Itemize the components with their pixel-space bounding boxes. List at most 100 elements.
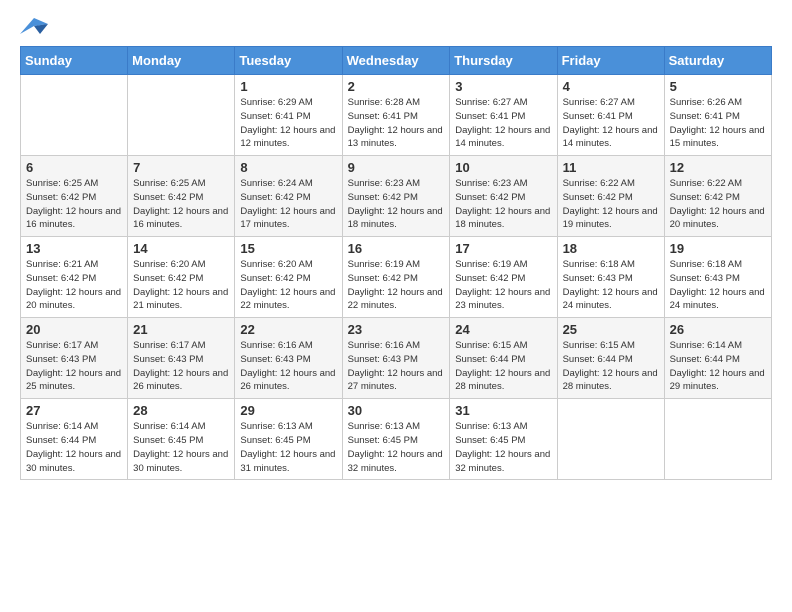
calendar-cell: 31 Sunrise: 6:13 AM Sunset: 6:45 PM Dayli… [450, 399, 557, 480]
calendar-cell: 13 Sunrise: 6:21 AM Sunset: 6:42 PM Dayli… [21, 237, 128, 318]
calendar-cell: 15 Sunrise: 6:20 AM Sunset: 6:42 PM Dayli… [235, 237, 342, 318]
day-number: 18 [563, 241, 659, 256]
calendar-cell: 9 Sunrise: 6:23 AM Sunset: 6:42 PM Daylig… [342, 156, 450, 237]
calendar-cell: 19Sunrise: 6:18 AM Sunset: 6:43 PM Dayli… [664, 237, 771, 318]
day-info: Sunrise: 6:22 AM Sunset: 6:42 PM Dayligh… [563, 177, 659, 232]
day-number: 15 [240, 241, 336, 256]
calendar-cell: 22 Sunrise: 6:16 AM Sunset: 6:43 PM Dayli… [235, 318, 342, 399]
day-info: Sunrise: 6:27 AM Sunset: 6:41 PM Dayligh… [563, 96, 659, 151]
day-number: 22 [240, 322, 336, 337]
day-info: Sunrise: 6:22 AM Sunset: 6:42 PM Dayligh… [670, 177, 766, 232]
day-number: 3 [455, 79, 551, 94]
calendar-cell [128, 75, 235, 156]
header-tuesday: Tuesday [235, 47, 342, 75]
calendar-cell [664, 399, 771, 480]
calendar-cell: 14 Sunrise: 6:20 AM Sunset: 6:42 PM Dayli… [128, 237, 235, 318]
day-number: 13 [26, 241, 122, 256]
day-number: 25 [563, 322, 659, 337]
day-number: 6 [26, 160, 122, 175]
day-info: Sunrise: 6:25 AM Sunset: 6:42 PM Dayligh… [26, 177, 122, 232]
calendar-cell: 25 Sunrise: 6:15 AM Sunset: 6:44 PM Dayli… [557, 318, 664, 399]
calendar-cell: 5 Sunrise: 6:26 AM Sunset: 6:41 PM Daylig… [664, 75, 771, 156]
day-info: Sunrise: 6:17 AM Sunset: 6:43 PM Dayligh… [133, 339, 229, 394]
calendar-cell: 24Sunrise: 6:15 AM Sunset: 6:44 PM Dayli… [450, 318, 557, 399]
day-info: Sunrise: 6:14 AM Sunset: 6:45 PM Dayligh… [133, 420, 229, 475]
calendar-cell [557, 399, 664, 480]
calendar-cell: 30Sunrise: 6:13 AM Sunset: 6:45 PM Dayli… [342, 399, 450, 480]
day-info: Sunrise: 6:21 AM Sunset: 6:42 PM Dayligh… [26, 258, 122, 313]
day-number: 28 [133, 403, 229, 418]
day-info: Sunrise: 6:13 AM Sunset: 6:45 PM Dayligh… [455, 420, 551, 475]
day-number: 16 [348, 241, 445, 256]
calendar-cell: 28 Sunrise: 6:14 AM Sunset: 6:45 PM Dayli… [128, 399, 235, 480]
calendar-cell: 7 Sunrise: 6:25 AM Sunset: 6:42 PM Daylig… [128, 156, 235, 237]
day-number: 9 [348, 160, 445, 175]
logo-bird-icon [20, 16, 48, 38]
calendar-cell: 2Sunrise: 6:28 AM Sunset: 6:41 PM Daylig… [342, 75, 450, 156]
header-sunday: Sunday [21, 47, 128, 75]
day-number: 8 [240, 160, 336, 175]
day-number: 21 [133, 322, 229, 337]
day-number: 31 [455, 403, 551, 418]
week-row-3: 20 Sunrise: 6:17 AM Sunset: 6:43 PM Dayli… [21, 318, 772, 399]
calendar-cell: 27Sunrise: 6:14 AM Sunset: 6:44 PM Dayli… [21, 399, 128, 480]
day-number: 29 [240, 403, 336, 418]
calendar-cell: 29 Sunrise: 6:13 AM Sunset: 6:45 PM Dayli… [235, 399, 342, 480]
day-info: Sunrise: 6:13 AM Sunset: 6:45 PM Dayligh… [240, 420, 336, 475]
calendar-table: SundayMondayTuesdayWednesdayThursdayFrid… [20, 46, 772, 480]
calendar-cell: 11 Sunrise: 6:22 AM Sunset: 6:42 PM Dayli… [557, 156, 664, 237]
day-number: 12 [670, 160, 766, 175]
day-number: 27 [26, 403, 122, 418]
day-info: Sunrise: 6:20 AM Sunset: 6:42 PM Dayligh… [240, 258, 336, 313]
day-info: Sunrise: 6:28 AM Sunset: 6:41 PM Dayligh… [348, 96, 445, 151]
calendar-header: SundayMondayTuesdayWednesdayThursdayFrid… [21, 47, 772, 75]
day-number: 10 [455, 160, 551, 175]
calendar-cell: 26Sunrise: 6:14 AM Sunset: 6:44 PM Dayli… [664, 318, 771, 399]
day-info: Sunrise: 6:19 AM Sunset: 6:42 PM Dayligh… [455, 258, 551, 313]
day-info: Sunrise: 6:15 AM Sunset: 6:44 PM Dayligh… [455, 339, 551, 394]
header [20, 16, 772, 38]
header-friday: Friday [557, 47, 664, 75]
calendar-body: 1Sunrise: 6:29 AM Sunset: 6:41 PM Daylig… [21, 75, 772, 480]
calendar-cell: 18 Sunrise: 6:18 AM Sunset: 6:43 PM Dayli… [557, 237, 664, 318]
day-info: Sunrise: 6:14 AM Sunset: 6:44 PM Dayligh… [670, 339, 766, 394]
calendar-cell: 23Sunrise: 6:16 AM Sunset: 6:43 PM Dayli… [342, 318, 450, 399]
calendar-cell: 12 Sunrise: 6:22 AM Sunset: 6:42 PM Dayli… [664, 156, 771, 237]
day-info: Sunrise: 6:15 AM Sunset: 6:44 PM Dayligh… [563, 339, 659, 394]
day-number: 4 [563, 79, 659, 94]
day-number: 5 [670, 79, 766, 94]
day-info: Sunrise: 6:25 AM Sunset: 6:42 PM Dayligh… [133, 177, 229, 232]
day-info: Sunrise: 6:13 AM Sunset: 6:45 PM Dayligh… [348, 420, 445, 475]
calendar-cell [21, 75, 128, 156]
calendar-cell: 20Sunrise: 6:17 AM Sunset: 6:43 PM Dayli… [21, 318, 128, 399]
day-info: Sunrise: 6:23 AM Sunset: 6:42 PM Dayligh… [455, 177, 551, 232]
calendar-cell: 17Sunrise: 6:19 AM Sunset: 6:42 PM Dayli… [450, 237, 557, 318]
week-row-0: 1Sunrise: 6:29 AM Sunset: 6:41 PM Daylig… [21, 75, 772, 156]
header-monday: Monday [128, 47, 235, 75]
day-number: 14 [133, 241, 229, 256]
week-row-2: 13 Sunrise: 6:21 AM Sunset: 6:42 PM Dayli… [21, 237, 772, 318]
calendar-cell: 21 Sunrise: 6:17 AM Sunset: 6:43 PM Dayli… [128, 318, 235, 399]
header-saturday: Saturday [664, 47, 771, 75]
day-info: Sunrise: 6:26 AM Sunset: 6:41 PM Dayligh… [670, 96, 766, 151]
week-row-4: 27Sunrise: 6:14 AM Sunset: 6:44 PM Dayli… [21, 399, 772, 480]
day-info: Sunrise: 6:23 AM Sunset: 6:42 PM Dayligh… [348, 177, 445, 232]
day-number: 20 [26, 322, 122, 337]
calendar-cell: 6 Sunrise: 6:25 AM Sunset: 6:42 PM Daylig… [21, 156, 128, 237]
day-info: Sunrise: 6:20 AM Sunset: 6:42 PM Dayligh… [133, 258, 229, 313]
calendar-cell: 10 Sunrise: 6:23 AM Sunset: 6:42 PM Dayli… [450, 156, 557, 237]
day-number: 1 [240, 79, 336, 94]
calendar-cell: 16 Sunrise: 6:19 AM Sunset: 6:42 PM Dayli… [342, 237, 450, 318]
calendar-cell: 8 Sunrise: 6:24 AM Sunset: 6:42 PM Daylig… [235, 156, 342, 237]
day-number: 11 [563, 160, 659, 175]
day-number: 23 [348, 322, 445, 337]
day-info: Sunrise: 6:24 AM Sunset: 6:42 PM Dayligh… [240, 177, 336, 232]
calendar-cell: 1Sunrise: 6:29 AM Sunset: 6:41 PM Daylig… [235, 75, 342, 156]
day-info: Sunrise: 6:19 AM Sunset: 6:42 PM Dayligh… [348, 258, 445, 313]
day-number: 7 [133, 160, 229, 175]
calendar-cell: 4 Sunrise: 6:27 AM Sunset: 6:41 PM Daylig… [557, 75, 664, 156]
header-thursday: Thursday [450, 47, 557, 75]
day-info: Sunrise: 6:16 AM Sunset: 6:43 PM Dayligh… [240, 339, 336, 394]
day-info: Sunrise: 6:18 AM Sunset: 6:43 PM Dayligh… [563, 258, 659, 313]
header-wednesday: Wednesday [342, 47, 450, 75]
